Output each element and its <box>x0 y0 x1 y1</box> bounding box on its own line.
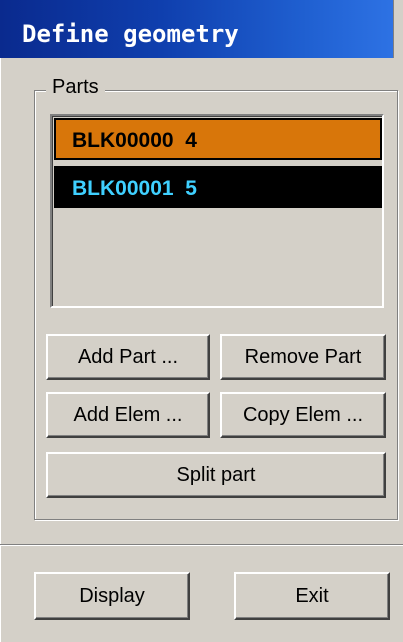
remove-part-button[interactable]: Remove Part <box>220 334 386 380</box>
copy-elem-button[interactable]: Copy Elem ... <box>220 392 386 438</box>
split-part-button[interactable]: Split part <box>46 452 386 498</box>
parts-listbox[interactable]: BLK00000 4 BLK00001 5 <box>50 114 384 308</box>
footer-separator <box>0 544 403 546</box>
exit-button[interactable]: Exit <box>234 572 390 620</box>
list-item-blk00001[interactable]: BLK00001 5 <box>54 166 382 208</box>
define-geometry-window: Define geometry Parts BLK00000 4 BLK0000… <box>0 0 403 642</box>
title-bar-edge <box>393 0 403 58</box>
title-bar[interactable]: Define geometry <box>0 0 403 58</box>
parts-group-label: Parts <box>46 76 105 99</box>
add-elem-button[interactable]: Add Elem ... <box>46 392 210 438</box>
list-item-blk00000[interactable]: BLK00000 4 <box>54 118 382 160</box>
window-title: Define geometry <box>22 20 239 48</box>
display-button[interactable]: Display <box>34 572 190 620</box>
add-part-button[interactable]: Add Part ... <box>46 334 210 380</box>
